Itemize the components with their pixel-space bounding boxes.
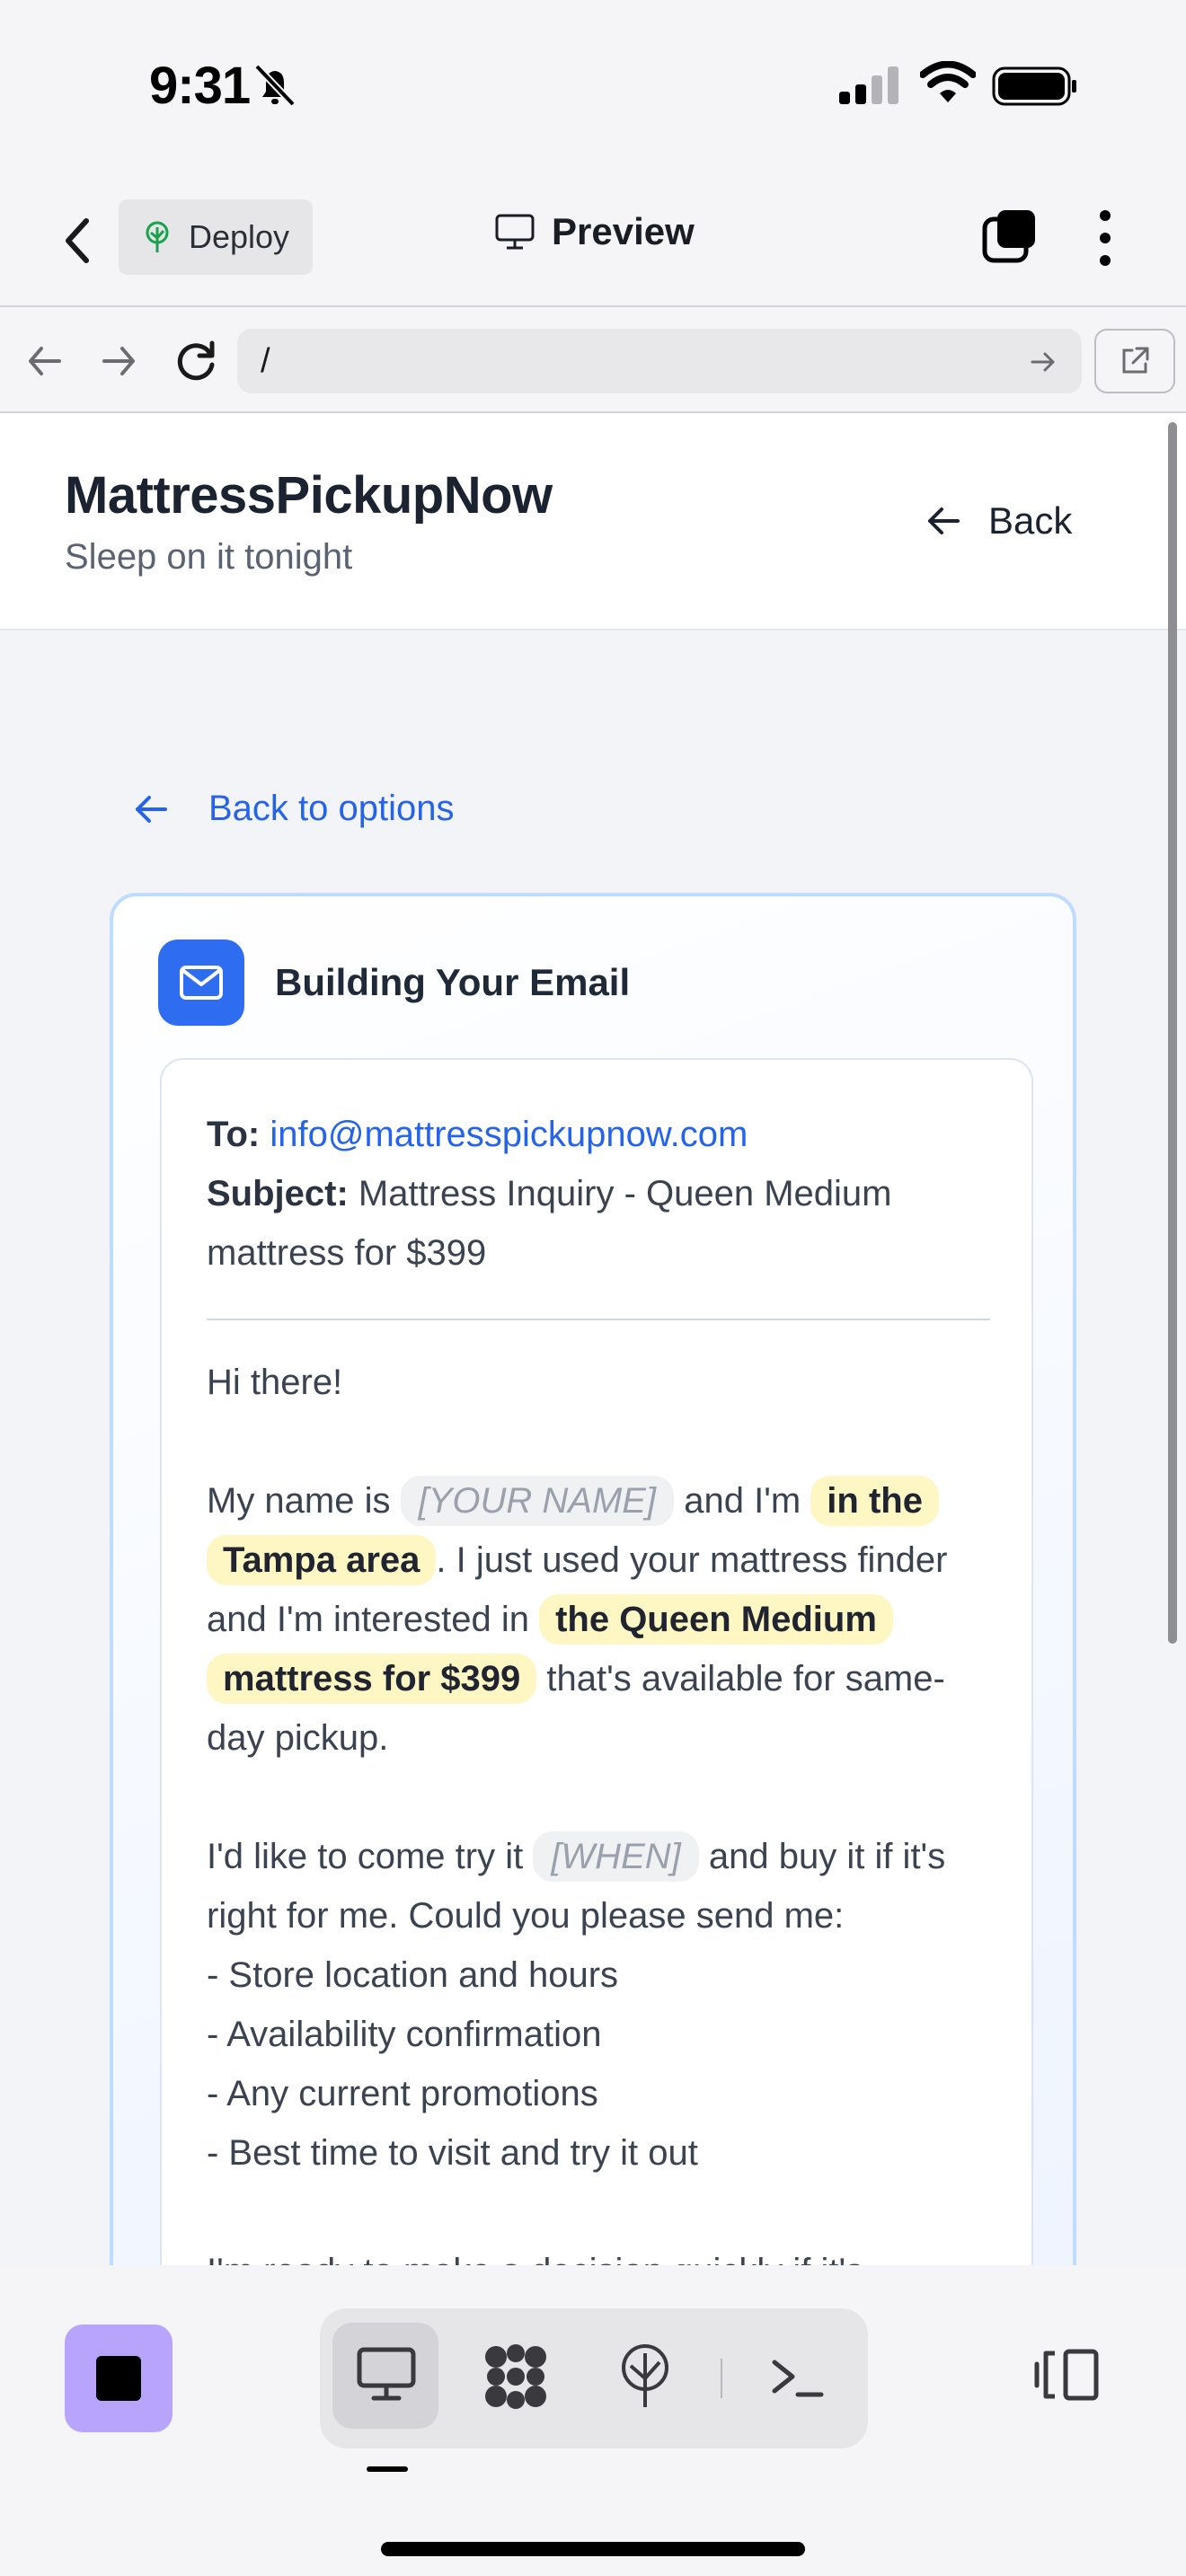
external-link-icon bbox=[1122, 347, 1149, 374]
open-external-button[interactable] bbox=[1094, 329, 1175, 393]
to-label: To: bbox=[207, 1115, 261, 1154]
deploy-label: Deploy bbox=[189, 218, 290, 255]
url-input[interactable]: / bbox=[237, 329, 1082, 393]
p2-text-a: I'd like to come try it bbox=[207, 1837, 524, 1876]
email-divider bbox=[207, 1319, 990, 1320]
url-text: / bbox=[261, 341, 270, 380]
when-placeholder[interactable]: [WHEN] bbox=[533, 1831, 699, 1882]
active-tab-indicator bbox=[367, 2466, 408, 2472]
bell-muted-icon bbox=[254, 64, 296, 107]
to-email-link[interactable]: info@mattresspickupnow.com bbox=[270, 1115, 748, 1154]
name-placeholder[interactable]: [YOUR NAME] bbox=[400, 1476, 675, 1526]
reload-icon[interactable] bbox=[173, 336, 219, 386]
list-item: - Any current promotions bbox=[207, 2074, 598, 2113]
list-item: - Best time to visit and try it out bbox=[207, 2133, 698, 2173]
battery-icon bbox=[992, 66, 1076, 106]
tabs-icon[interactable] bbox=[981, 208, 1039, 266]
email-builder-card: Building Your Email To: info@mattresspic… bbox=[110, 893, 1076, 2265]
sidebar-toggle-icon[interactable] bbox=[1033, 2346, 1102, 2404]
wifi-icon bbox=[920, 61, 976, 102]
header-back-button[interactable]: Back bbox=[925, 499, 1072, 543]
chevron-left-icon[interactable] bbox=[56, 214, 101, 268]
request-list: - Store location and hours - Availabilit… bbox=[207, 1945, 990, 2183]
list-item: - Availability confirmation bbox=[207, 2015, 602, 2054]
web-page: MattressPickupNow Sleep on it tonight Ba… bbox=[0, 413, 1186, 2265]
page-scrollbar[interactable] bbox=[1168, 422, 1177, 1644]
browser-forward-icon[interactable] bbox=[99, 336, 138, 386]
arrow-left-icon bbox=[928, 507, 960, 534]
email-paragraph-1: My name is [YOUR NAME] and I'm in the Ta… bbox=[207, 1471, 990, 1768]
subject-label: Subject: bbox=[207, 1174, 349, 1213]
preview-title: Preview bbox=[494, 210, 695, 253]
url-go-arrow-icon[interactable] bbox=[1030, 350, 1057, 374]
card-title: Building Your Email bbox=[275, 961, 631, 1003]
home-indicator[interactable] bbox=[381, 2542, 805, 2556]
card-icon-badge bbox=[158, 940, 244, 1026]
mail-icon bbox=[180, 966, 223, 1000]
email-to-line: To: info@mattresspickupnow.com bbox=[207, 1105, 990, 1164]
email-paragraph-2: I'd like to come try it [WHEN] and buy i… bbox=[207, 1827, 990, 1945]
browser-back-icon[interactable] bbox=[25, 336, 65, 386]
view-switcher-divider bbox=[721, 2359, 722, 2398]
site-tagline: Sleep on it tonight bbox=[65, 537, 353, 577]
more-vertical-icon[interactable] bbox=[1093, 207, 1118, 269]
email-body: To: info@mattresspickupnow.com Subject: … bbox=[207, 1105, 990, 2265]
stop-icon bbox=[96, 2356, 141, 2401]
email-preview: To: info@mattresspickupnow.com Subject: … bbox=[160, 1058, 1033, 2265]
p1-text-b: and I'm bbox=[684, 1481, 801, 1521]
browser-url-bar: / bbox=[0, 305, 1186, 413]
apps-grid-icon[interactable] bbox=[482, 2342, 550, 2411]
deploy-tree-icon bbox=[146, 221, 169, 252]
cellular-signal-icon bbox=[839, 66, 898, 104]
app-toolbar: Deploy Preview bbox=[0, 171, 1186, 305]
preview-label: Preview bbox=[552, 210, 695, 252]
email-subject-line: Subject: Mattress Inquiry - Queen Medium… bbox=[207, 1164, 990, 1283]
view-switcher bbox=[320, 2308, 868, 2448]
desktop-preview-icon[interactable] bbox=[356, 2342, 417, 2404]
p1-text-a: My name is bbox=[207, 1481, 391, 1521]
deploy-button[interactable]: Deploy bbox=[119, 199, 313, 275]
list-item: - Store location and hours bbox=[207, 1955, 619, 1995]
site-title: MattressPickupNow bbox=[65, 466, 553, 525]
bottom-toolbar bbox=[0, 2265, 1186, 2576]
site-header: MattressPickupNow Sleep on it tonight Ba… bbox=[0, 413, 1186, 631]
status-time: 9:31 bbox=[149, 57, 251, 115]
stop-button[interactable] bbox=[65, 2325, 173, 2432]
terminal-icon[interactable] bbox=[769, 2342, 827, 2411]
header-back-label: Back bbox=[988, 499, 1073, 542]
email-paragraph-3: I'm ready to make a decision quickly if … bbox=[207, 2242, 990, 2265]
back-to-options-label: Back to options bbox=[208, 789, 455, 828]
status-bar: 9:31 bbox=[0, 0, 1186, 171]
back-to-options-link[interactable]: Back to options bbox=[133, 789, 455, 829]
deploy-tree-icon[interactable] bbox=[616, 2342, 674, 2411]
email-greeting: Hi there! bbox=[207, 1363, 343, 1402]
arrow-left-icon bbox=[136, 795, 167, 823]
monitor-icon bbox=[495, 214, 535, 250]
